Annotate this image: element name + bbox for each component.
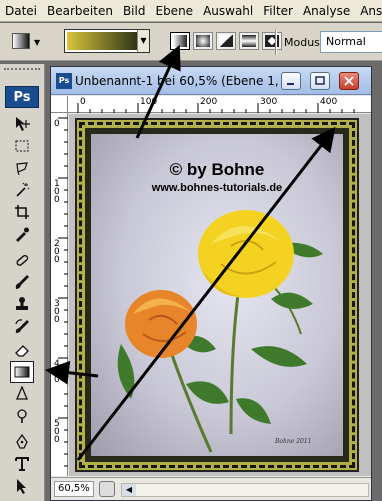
stamp-icon[interactable] [12,294,32,314]
type-icon[interactable] [12,454,32,474]
menu-item-filter[interactable]: Filter [258,4,298,18]
toolbox-grip[interactable] [4,68,40,76]
brush-icon[interactable] [12,272,32,292]
document-window: Ps Unbenannt-1 bei 60,5% (Ebene 1, R... [50,66,372,501]
mode-label: Modus: [284,36,324,49]
gradient-type-group [170,32,285,50]
gradient-preview [67,32,137,50]
minimize-icon [287,83,294,85]
path-select-icon[interactable] [12,476,32,496]
photoshop-document-icon: Ps [56,73,72,89]
lasso-icon[interactable] [12,158,32,178]
gradient-icon[interactable] [10,361,34,383]
blur-icon[interactable] [12,384,32,404]
angle-gradient-button[interactable] [216,32,236,50]
radial-gradient-icon [196,35,210,47]
ruler-label: 400 [320,97,338,107]
healing-icon[interactable] [12,250,32,270]
menu-item-ebene[interactable]: Ebene [150,4,198,18]
linear-gradient-icon [173,35,187,47]
document-title: Unbenannt-1 bei 60,5% (Ebene 1, R... [75,74,302,88]
ruler-label: 0 [80,97,86,107]
mode-select[interactable]: Normal [320,31,382,53]
menu-item-bearbeiten[interactable]: Bearbeiten [42,4,118,18]
toolbox: Ps [0,64,45,501]
watermark-copyright: © by Bohne [169,160,265,179]
status-info-icon[interactable] [99,481,115,497]
menu-item-bild[interactable]: Bild [118,4,151,18]
horizontal-ruler[interactable]: 0 100 200 300 400 [68,96,371,113]
canvas[interactable]: © by Bohne www.bohnes-tutorials.de Bohne… [75,118,359,472]
menu-item-analyse[interactable]: Analyse [298,4,355,18]
options-bar: ▼ ▼ Modus: Normal [0,23,382,61]
scroll-left-arrow-icon[interactable]: ◀ [122,484,136,496]
gradient-tool-preset-icon [12,33,30,49]
canvas-area[interactable]: © by Bohne www.bohnes-tutorials.de Bohne… [69,114,371,476]
eraser-icon[interactable] [12,340,32,360]
document-titlebar[interactable]: Ps Unbenannt-1 bei 60,5% (Ebene 1, R... [51,67,371,95]
magic-wand-icon[interactable] [12,180,32,200]
linear-gradient-button[interactable] [170,32,190,50]
eyedropper-icon[interactable] [12,224,32,244]
ruler-label: 100 [140,97,158,107]
maximize-button[interactable] [310,72,330,90]
painter-signature: Bohne 2011 [275,438,312,445]
pen-icon[interactable] [12,432,32,452]
ruler-label: 500 [54,419,60,445]
rose-painting: © by Bohne www.bohnes-tutorials.de Bohne… [91,134,343,456]
dodge-icon[interactable] [12,406,32,426]
zoom-field[interactable]: 60,5% [54,481,94,497]
maximize-icon [315,76,325,85]
gradient-picker[interactable]: ▼ [64,29,150,53]
ruler-origin[interactable] [51,96,68,113]
ruler-label: 0 [54,119,60,129]
marquee-icon[interactable] [12,136,32,156]
diamond-gradient-button[interactable] [262,32,282,50]
history-brush-icon[interactable] [12,316,32,336]
chevron-down-icon: ▼ [34,38,41,47]
close-icon [344,76,354,86]
watermark-url: www.bohnes-tutorials.de [151,182,283,194]
close-button[interactable] [339,72,359,90]
ruler-label: 300 [54,299,60,325]
tool-preset-picker[interactable]: ▼ [6,29,46,54]
options-separator [275,29,277,55]
move-icon[interactable] [12,114,32,134]
ruler-label: 400 [54,359,60,385]
chevron-down-icon[interactable]: ▼ [137,30,149,52]
ruler-label: 300 [260,97,278,107]
horizontal-scrollbar[interactable]: ◀ [121,483,369,497]
reflected-gradient-button[interactable] [239,32,259,50]
ruler-label: 100 [54,179,60,205]
ruler-label: 200 [54,239,60,265]
angle-gradient-icon [219,35,233,47]
menu-bar: Datei Bearbeiten Bild Ebene Auswahl Filt… [0,0,382,22]
vertical-ruler[interactable]: 0 100 200 300 400 500 [51,113,68,476]
status-bar: 60,5% ◀ [51,477,371,500]
radial-gradient-button[interactable] [193,32,213,50]
reflected-gradient-icon [242,35,256,47]
menu-item-datei[interactable]: Datei [0,4,42,18]
menu-item-auswahl[interactable]: Auswahl [198,4,258,18]
menu-item-ansicht[interactable]: Ansic [355,4,382,18]
photoshop-window: Datei Bearbeiten Bild Ebene Auswahl Filt… [0,0,382,501]
ps-logo[interactable]: Ps [5,86,39,108]
minimize-button[interactable] [281,72,301,90]
ruler-label: 200 [200,97,218,107]
crop-icon[interactable] [12,202,32,222]
